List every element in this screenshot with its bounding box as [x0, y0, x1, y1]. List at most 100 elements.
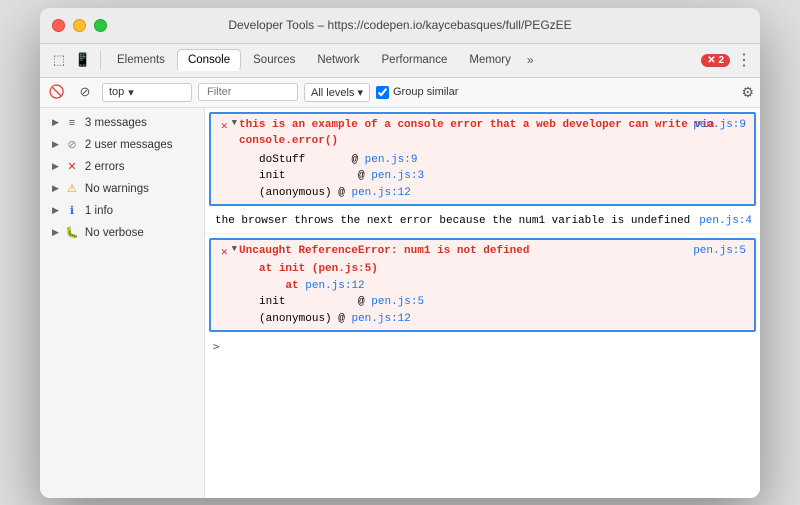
sidebar-errors-label: 2 errors: [85, 161, 125, 173]
info1-file-ref[interactable]: pen.js:4: [699, 213, 752, 230]
error2-content: Uncaught ReferenceError: num1 is not def…: [239, 243, 748, 328]
close-button[interactable]: [52, 19, 65, 32]
tab-toolbar: ⬚ 📱 Elements Console Sources Network Per…: [40, 44, 760, 78]
user-icon: ⊘: [65, 138, 79, 152]
info1-main-text: the browser throws the next error becaus…: [215, 215, 690, 227]
device-icon[interactable]: 📱: [72, 49, 94, 71]
info-icon: ℹ: [65, 204, 79, 218]
error1-fn0: doStuff: [259, 154, 305, 166]
error1-icon: ✕: [221, 119, 228, 136]
sidebar: ▶ ≡ 3 messages ▶ ⊘ 2 user messages ▶ ✕ 2…: [40, 108, 205, 498]
sidebar-item-info[interactable]: ▶ ℹ 1 info: [40, 200, 204, 222]
minimize-button[interactable]: [73, 19, 86, 32]
error-icon: ✕: [65, 160, 79, 174]
warning-icon: ⚠: [65, 182, 79, 196]
group-similar-text: Group similar: [393, 86, 458, 98]
title-bar: Developer Tools – https://codepen.io/kay…: [40, 8, 760, 44]
verbose-icon: 🐛: [65, 226, 79, 240]
sidebar-user-label: 2 user messages: [85, 139, 173, 151]
error1-stack-row-1: init @ pen.js:3: [259, 168, 748, 185]
sidebar-verbose-label: No verbose: [85, 227, 144, 239]
chevron-user-icon: ▶: [52, 139, 59, 150]
level-chevron-icon: ▾: [357, 87, 363, 99]
tab-elements[interactable]: Elements: [107, 50, 175, 70]
clear-console-button[interactable]: 🚫: [46, 81, 68, 103]
chevron-info-icon: ▶: [52, 205, 59, 216]
menu-dots-button[interactable]: ⋮: [736, 50, 752, 70]
window-title: Developer Tools – https://codepen.io/kay…: [228, 18, 571, 32]
error2-collapse-arrow[interactable]: ▼: [232, 243, 237, 257]
error1-fn2: (anonymous): [259, 187, 332, 199]
console-settings-icon[interactable]: ⚙: [741, 84, 754, 101]
group-similar-label[interactable]: Group similar: [376, 86, 458, 99]
sidebar-item-verbose[interactable]: ▶ 🐛 No verbose: [40, 222, 204, 244]
tab-network[interactable]: Network: [307, 50, 369, 70]
error2-sub-text1: at init (pen.js:5): [259, 263, 378, 275]
info1-file-link[interactable]: pen.js:4: [699, 215, 752, 227]
sidebar-warnings-label: No warnings: [85, 183, 149, 195]
inspect-icon[interactable]: ⬚: [48, 49, 70, 71]
sidebar-item-warnings[interactable]: ▶ ⚠ No warnings: [40, 178, 204, 200]
tab-memory[interactable]: Memory: [459, 50, 521, 70]
error1-main-text: this is an example of a console error th…: [239, 119, 714, 148]
sidebar-item-messages[interactable]: ▶ ≡ 3 messages: [40, 112, 204, 134]
tab-sources[interactable]: Sources: [243, 50, 305, 70]
error2-sub2: at pen.js:12: [259, 278, 748, 295]
error2-file-link[interactable]: pen.js:5: [693, 245, 746, 257]
error1-collapse-arrow[interactable]: ▼: [232, 117, 237, 131]
context-label: top: [109, 86, 124, 98]
error2-main-text: Uncaught ReferenceError: num1 is not def…: [239, 245, 529, 257]
console-entry-error1: ✕ ▼ this is an example of a console erro…: [209, 112, 756, 207]
more-tabs-button[interactable]: »: [527, 53, 534, 67]
level-select[interactable]: All levels ▾: [304, 83, 370, 102]
error2-fn0: init: [259, 296, 285, 308]
maximize-button[interactable]: [94, 19, 107, 32]
error1-link2[interactable]: pen.js:12: [351, 187, 410, 199]
error2-slink0[interactable]: pen.js:5: [371, 296, 424, 308]
error1-stack-row-2: (anonymous) @ pen.js:12: [259, 185, 748, 202]
toolbar-right: ✕ 2 ⋮: [701, 50, 752, 70]
error1-file-ref[interactable]: pen.js:9: [693, 117, 746, 134]
sidebar-item-user-messages[interactable]: ▶ ⊘ 2 user messages: [40, 134, 204, 156]
sidebar-item-errors[interactable]: ▶ ✕ 2 errors: [40, 156, 204, 178]
chevron-warnings-icon: ▶: [52, 183, 59, 194]
console-input[interactable]: [224, 340, 624, 353]
error1-file-link[interactable]: pen.js:9: [693, 119, 746, 131]
chevron-down-icon: ▾: [128, 86, 134, 99]
error2-icon: ✕: [221, 245, 228, 262]
console-toolbar: 🚫 ⊘ top ▾ All levels ▾ Group similar ⚙: [40, 78, 760, 108]
group-similar-checkbox[interactable]: [376, 86, 389, 99]
console-prompt[interactable]: >: [205, 336, 760, 357]
error2-stack-row-0: init @ pen.js:5: [259, 294, 748, 311]
error1-stack: doStuff @ pen.js:9 init @ pen.js:3 (anon…: [239, 152, 748, 202]
filter-input[interactable]: [198, 83, 298, 101]
error1-link0[interactable]: pen.js:9: [365, 154, 418, 166]
sidebar-info-label: 1 info: [85, 205, 113, 217]
chevron-errors-icon: ▶: [52, 161, 59, 172]
error2-sub1: at init (pen.js:5): [259, 261, 748, 278]
error2-fn1: (anonymous): [259, 313, 332, 325]
console-output: ✕ ▼ this is an example of a console erro…: [205, 108, 760, 498]
context-select[interactable]: top ▾: [102, 83, 192, 102]
error1-stack-row-0: doStuff @ pen.js:9: [259, 152, 748, 169]
tab-performance[interactable]: Performance: [372, 50, 458, 70]
error2-file-ref[interactable]: pen.js:5: [693, 243, 746, 260]
level-label: All levels: [311, 87, 354, 99]
error2-slink1[interactable]: pen.js:12: [351, 313, 410, 325]
list-icon: ≡: [65, 116, 79, 130]
error1-link1[interactable]: pen.js:3: [371, 170, 424, 182]
info1-content: the browser throws the next error becaus…: [215, 213, 754, 230]
console-back-button[interactable]: ⊘: [74, 81, 96, 103]
error2-stack-row-1: (anonymous) @ pen.js:12: [259, 311, 748, 328]
tab-console[interactable]: Console: [177, 49, 241, 71]
error2-sub-text2: at: [259, 280, 305, 292]
content-area: ▶ ≡ 3 messages ▶ ⊘ 2 user messages ▶ ✕ 2…: [40, 108, 760, 498]
error2-stack: at init (pen.js:5) at pen.js:12 init @ p…: [239, 261, 748, 327]
console-entry-error2: ✕ ▼ Uncaught ReferenceError: num1 is not…: [209, 238, 756, 333]
error2-link-at[interactable]: pen.js:12: [305, 280, 364, 292]
sidebar-messages-label: 3 messages: [85, 117, 147, 129]
window-controls: [52, 19, 107, 32]
chevron-verbose-icon: ▶: [52, 227, 59, 238]
chevron-messages-icon: ▶: [52, 117, 59, 128]
error-count-badge: ✕ 2: [701, 54, 730, 67]
